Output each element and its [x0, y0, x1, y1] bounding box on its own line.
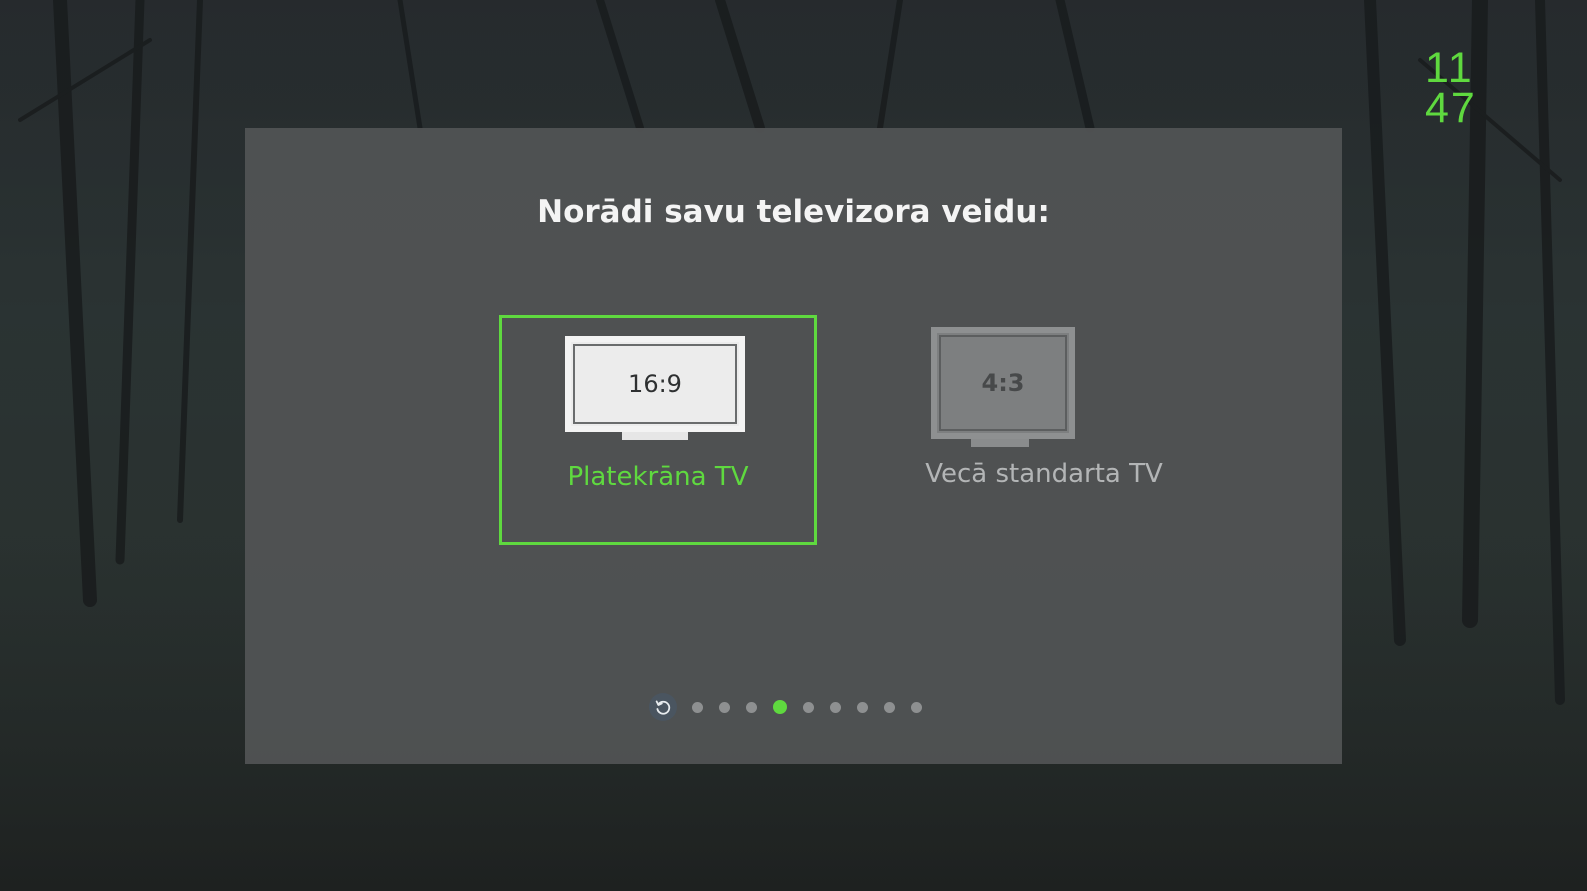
step-dot	[719, 701, 730, 713]
step-dot	[692, 701, 703, 713]
option-label-widescreen: Platekrāna TV	[567, 462, 749, 492]
tv-screen-4-3: 4:3	[931, 327, 1075, 439]
refresh-icon[interactable]	[649, 693, 677, 721]
step-dot	[884, 701, 895, 713]
clock: 11 47	[1425, 44, 1495, 132]
widescreen-tv-icon: 16:9	[502, 318, 814, 458]
clock-minutes: 47	[1425, 84, 1477, 132]
step-dot	[803, 701, 814, 713]
step-pager	[649, 691, 930, 723]
tv-type-dialog: Norādi savu televizora veidu: 16:9 Plate…	[245, 128, 1342, 764]
tv-stand	[971, 439, 1029, 447]
step-dot	[911, 701, 922, 713]
dialog-title: Norādi savu televizora veidu:	[537, 194, 1050, 230]
step-dot-active	[773, 700, 787, 714]
step-dot	[857, 701, 868, 713]
step-dot	[746, 701, 757, 713]
setup-screen: 11 47 Norādi savu televizora veidu: 16:9…	[0, 0, 1587, 891]
clock-hours: 11	[1425, 44, 1474, 92]
option-label-standard: Vecā standarta TV	[925, 459, 1163, 489]
step-dots	[684, 700, 930, 714]
option-widescreen-tv[interactable]: 16:9 Platekrāna TV	[499, 315, 817, 545]
tv-screen-16-9: 16:9	[565, 336, 745, 432]
tv-stand	[622, 432, 688, 440]
step-dot	[830, 701, 841, 713]
